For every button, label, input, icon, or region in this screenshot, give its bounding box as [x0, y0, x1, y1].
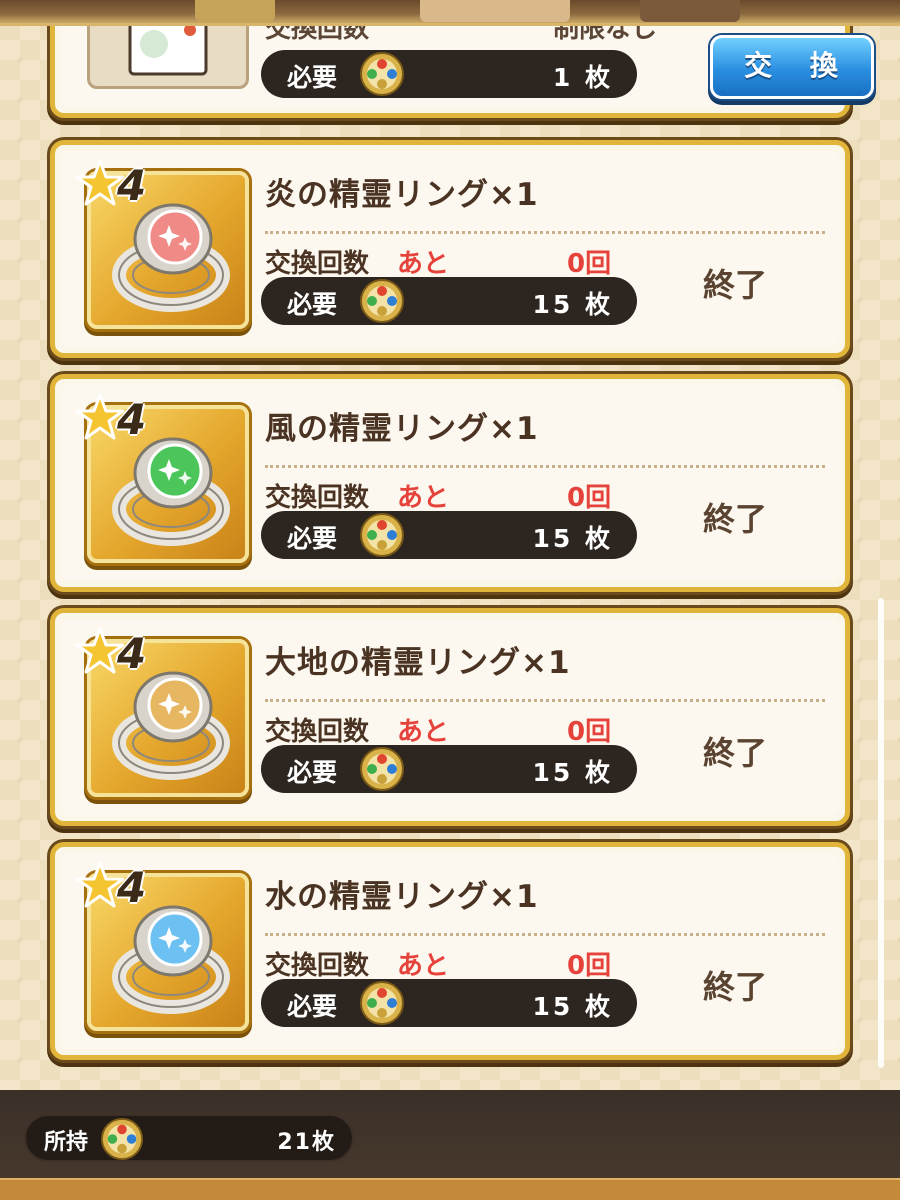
medal-icon	[360, 52, 404, 96]
remaining-prefix: あと	[397, 249, 450, 279]
need-label: 必要	[287, 758, 338, 787]
ring-icon	[112, 671, 230, 780]
divider	[265, 933, 825, 936]
exchange-button[interactable]: 交 換	[710, 35, 874, 99]
header-strip	[0, 0, 900, 26]
exchange-status: 終了	[703, 500, 768, 538]
remaining-prefix: あと	[397, 717, 450, 747]
rarity-badge: 4	[75, 393, 155, 444]
need-value: 15 枚	[532, 524, 613, 553]
remaining-count: 0回	[567, 483, 612, 513]
need-bar: 必要 15 枚	[261, 511, 637, 559]
owned-label: 所持	[44, 1130, 89, 1155]
need-value: 15 枚	[532, 992, 613, 1021]
medal-icon	[360, 279, 404, 323]
exchange-count-label: 交換回数	[265, 249, 370, 279]
exchange-count-label: 交換回数	[265, 951, 370, 981]
need-value: 15 枚	[532, 758, 613, 787]
medal-icon	[360, 981, 404, 1025]
need-value: 1 枚	[552, 63, 613, 92]
need-label: 必要	[287, 63, 338, 92]
item-name: 炎の精霊リング×1	[265, 177, 539, 213]
item-name: 水の精霊リング×1	[265, 879, 539, 915]
exchange-status: 終了	[703, 734, 768, 772]
medal-icon	[360, 513, 404, 557]
ring-icon	[112, 905, 230, 1014]
need-label: 必要	[287, 992, 338, 1021]
divider	[265, 465, 825, 468]
header-decoration	[420, 0, 570, 22]
need-bar: 必要 15 枚	[261, 745, 637, 793]
ring-icon	[112, 437, 230, 546]
owned-medals-bar: 所持 21枚	[24, 1114, 354, 1162]
divider	[265, 699, 825, 702]
need-bar: 必要 15 枚	[261, 979, 637, 1027]
scrollbar[interactable]	[878, 598, 884, 1068]
item-name: 大地の精霊リング×1	[265, 645, 571, 681]
need-bar: 必要 1 枚	[261, 50, 637, 98]
exchange-status: 終了	[703, 968, 768, 1006]
rarity-number: 4	[117, 863, 147, 912]
remaining-count: 0回	[567, 717, 612, 747]
rarity-number: 4	[117, 161, 147, 210]
medal-icon	[360, 747, 404, 791]
rarity-badge: 4	[75, 159, 155, 210]
footer-ground	[0, 1178, 900, 1200]
remaining-count: 0回	[567, 951, 612, 981]
ring-icon	[112, 203, 230, 312]
rarity-badge: 4	[75, 861, 155, 912]
rarity-badge: 4	[75, 627, 155, 678]
medal-icon	[100, 1117, 144, 1161]
remaining-prefix: あと	[397, 483, 450, 513]
divider	[265, 231, 825, 234]
owned-value: 21枚	[277, 1130, 336, 1155]
need-label: 必要	[287, 524, 338, 553]
exchange-count-label: 交換回数	[265, 483, 370, 513]
need-bar: 必要 15 枚	[261, 277, 637, 325]
need-label: 必要	[287, 290, 338, 319]
remaining-prefix: あと	[397, 951, 450, 981]
remaining-count: 0回	[567, 249, 612, 279]
rarity-number: 4	[117, 629, 147, 678]
exchange-count-label: 交換回数	[265, 717, 370, 747]
exchange-card[interactable]: 4 風の精霊リング×1 交換回数 あと 0回 必要 15 枚 終了	[50, 374, 850, 592]
header-decoration	[195, 0, 275, 22]
exchange-status: 終了	[703, 266, 768, 304]
rarity-number: 4	[117, 395, 147, 444]
header-decoration	[640, 0, 740, 22]
exchange-card[interactable]: 4 炎の精霊リング×1 交換回数 あと 0回 必要 15 枚 終了	[50, 140, 850, 358]
exchange-card[interactable]: 4 水の精霊リング×1 交換回数 あと 0回 必要 15 枚 終了	[50, 842, 850, 1060]
exchange-card[interactable]: 4 大地の精霊リング×1 交換回数 あと 0回 必要 15 枚 終了	[50, 608, 850, 826]
item-name: 風の精霊リング×1	[265, 411, 539, 447]
need-value: 15 枚	[532, 290, 613, 319]
